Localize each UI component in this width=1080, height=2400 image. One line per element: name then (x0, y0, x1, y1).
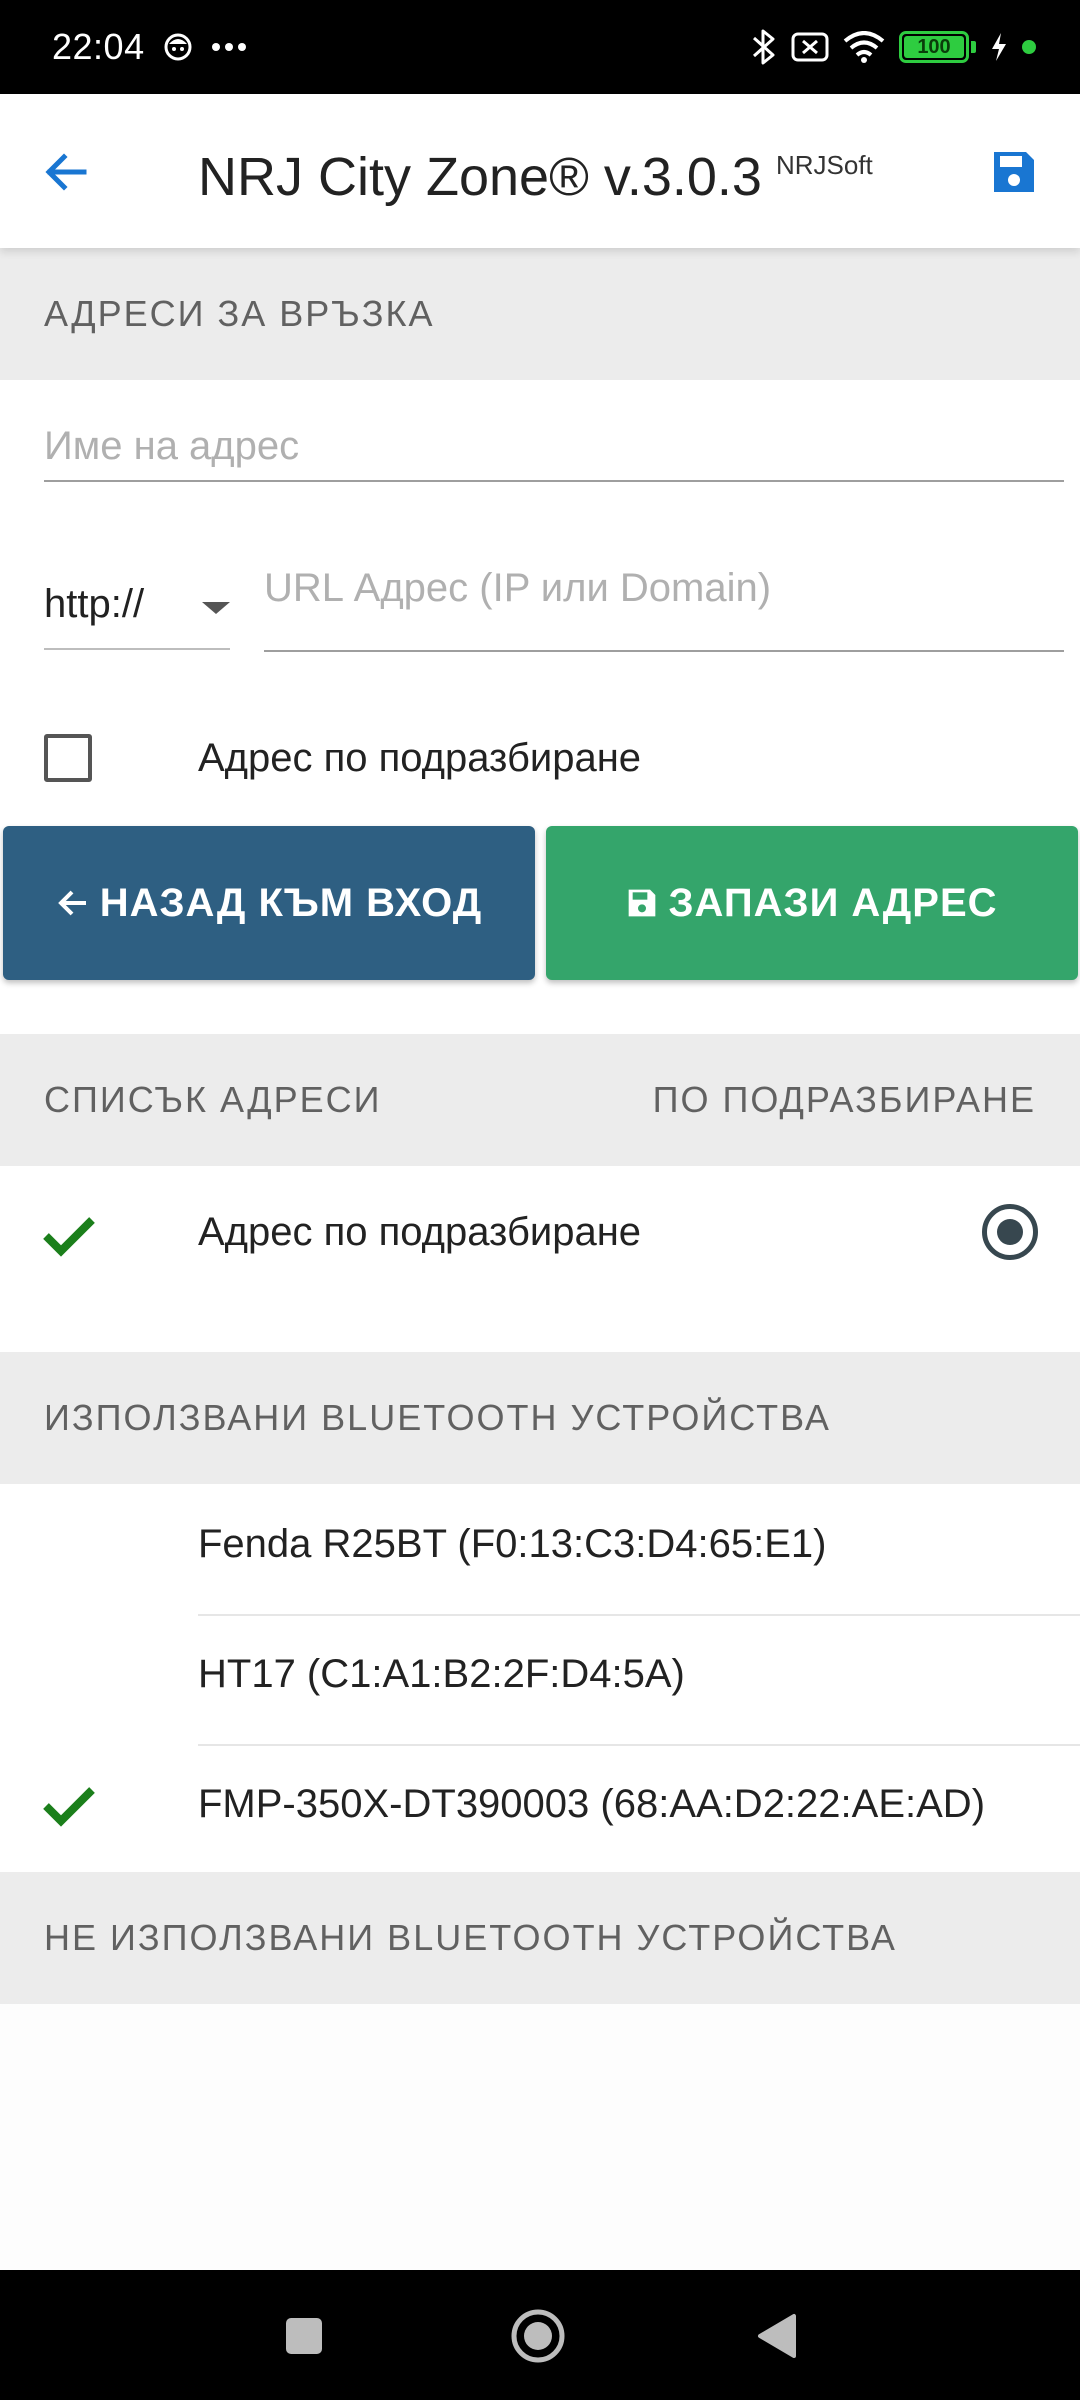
more-notifications-icon (211, 42, 247, 52)
save-address-label: ЗАПАЗИ АДРЕС (668, 880, 998, 925)
protocol-select[interactable]: http:// (44, 560, 230, 650)
arrow-left-icon (57, 890, 86, 916)
home-button[interactable] (510, 2308, 566, 2364)
default-address-checkbox[interactable] (44, 734, 92, 782)
bluetooth-device-label: HT17 (C1:A1:B2:2F:D4:5A) (198, 1652, 685, 1696)
dropdown-caret-icon (202, 602, 230, 614)
status-right: 100 (751, 28, 1036, 66)
privacy-dot-icon (1022, 40, 1036, 54)
bluetooth-device-item[interactable]: Fenda R25BT (F0:13:C3:D4:65:E1) (0, 1484, 1080, 1614)
app-title: NRJ City Zone® v.3.0.3 NRJSoft (198, 146, 873, 208)
section-contact-addresses-title: АДРЕСИ ЗА ВРЪЗКА (44, 293, 435, 334)
bluetooth-device-label: FMP-350X-DT390003 (68:AA:D2:22:AE:AD) (198, 1782, 986, 1826)
section-contact-addresses: АДРЕСИ ЗА ВРЪЗКА (0, 248, 1080, 380)
back-button[interactable] (38, 144, 94, 200)
radio-selected-dot (997, 1219, 1023, 1245)
address-list-item[interactable]: Адрес по подразбиране (0, 1166, 1080, 1352)
status-bar: 22:04 100 (0, 0, 1080, 94)
app-bar: NRJ City Zone® v.3.0.3 NRJSoft (0, 94, 1080, 248)
wifi-icon (843, 31, 885, 63)
square-icon (286, 2318, 322, 2354)
arrow-left-icon (45, 153, 87, 191)
save-toolbar-button[interactable] (986, 144, 1042, 200)
section-unused-bluetooth: НЕ ИЗПОЛЗВАНИ BLUETOOTH УСТРОЙСТВА (0, 1872, 1080, 2004)
section-used-bluetooth: ИЗПОЛЗВАНИ BLUETOOTH УСТРОЙСТВА (0, 1352, 1080, 1484)
status-left: 22:04 (52, 26, 247, 68)
save-address-button[interactable]: ЗАПАЗИ АДРЕС (546, 826, 1078, 980)
no-sim-icon (791, 31, 829, 63)
url-field (264, 556, 1064, 652)
address-name-field (44, 412, 1064, 482)
default-column-header: ПО ПОДРАЗБИРАНЕ (652, 1079, 1036, 1120)
section-used-bluetooth-title: ИЗПОЛЗВАНИ BLUETOOTH УСТРОЙСТВА (44, 1397, 831, 1438)
triangle-back-icon (758, 2314, 796, 2358)
checkmark-icon (43, 1787, 95, 1827)
battery-indicator: 100 (899, 31, 976, 63)
bluetooth-icon (751, 28, 777, 66)
system-nav-bar (0, 2270, 1080, 2400)
bluetooth-device-label: Fenda R25BT (F0:13:C3:D4:65:E1) (198, 1522, 827, 1566)
app-title-text: NRJ City Zone® v.3.0.3 (198, 147, 762, 207)
default-address-checkbox-row[interactable]: Адрес по подразбиране (44, 728, 641, 788)
url-input[interactable] (264, 556, 1064, 652)
address-list-item-label: Адрес по подразбиране (198, 1210, 642, 1254)
notification-face-icon (163, 32, 193, 62)
charging-bolt-icon (990, 32, 1008, 62)
bluetooth-device-item[interactable]: FMP-350X-DT390003 (68:AA:D2:22:AE:AD) (0, 1744, 1080, 1872)
status-time: 22:04 (52, 26, 145, 67)
recents-button[interactable] (276, 2308, 332, 2364)
back-nav-button[interactable] (748, 2308, 804, 2364)
floppy-disk-icon (629, 889, 656, 917)
address-name-input[interactable] (44, 412, 1064, 482)
section-address-list-title: СПИСЪК АДРЕСИ (44, 1079, 382, 1120)
back-to-login-label: НАЗАД КЪМ ВХОД (99, 880, 483, 925)
default-address-checkbox-label: Адрес по подразбиране (198, 735, 642, 780)
protocol-value: http:// (44, 581, 145, 626)
checkmark-icon (43, 1217, 95, 1257)
empty-list-area (0, 2004, 1080, 2270)
app-subtitle: NRJSoft (775, 150, 873, 180)
bluetooth-device-item[interactable]: HT17 (C1:A1:B2:2F:D4:5A) (0, 1614, 1080, 1744)
back-to-login-button[interactable]: НАЗАД КЪМ ВХОД (3, 826, 535, 980)
floppy-disk-icon (994, 152, 1034, 192)
section-address-list: СПИСЪК АДРЕСИ ПО ПОДРАЗБИРАНЕ (0, 1034, 1080, 1166)
battery-level: 100 (917, 35, 951, 58)
default-address-radio[interactable] (982, 1204, 1038, 1260)
section-unused-bluetooth-title: НЕ ИЗПОЛЗВАНИ BLUETOOTH УСТРОЙСТВА (44, 1917, 897, 1958)
circle-icon (511, 2309, 565, 2363)
